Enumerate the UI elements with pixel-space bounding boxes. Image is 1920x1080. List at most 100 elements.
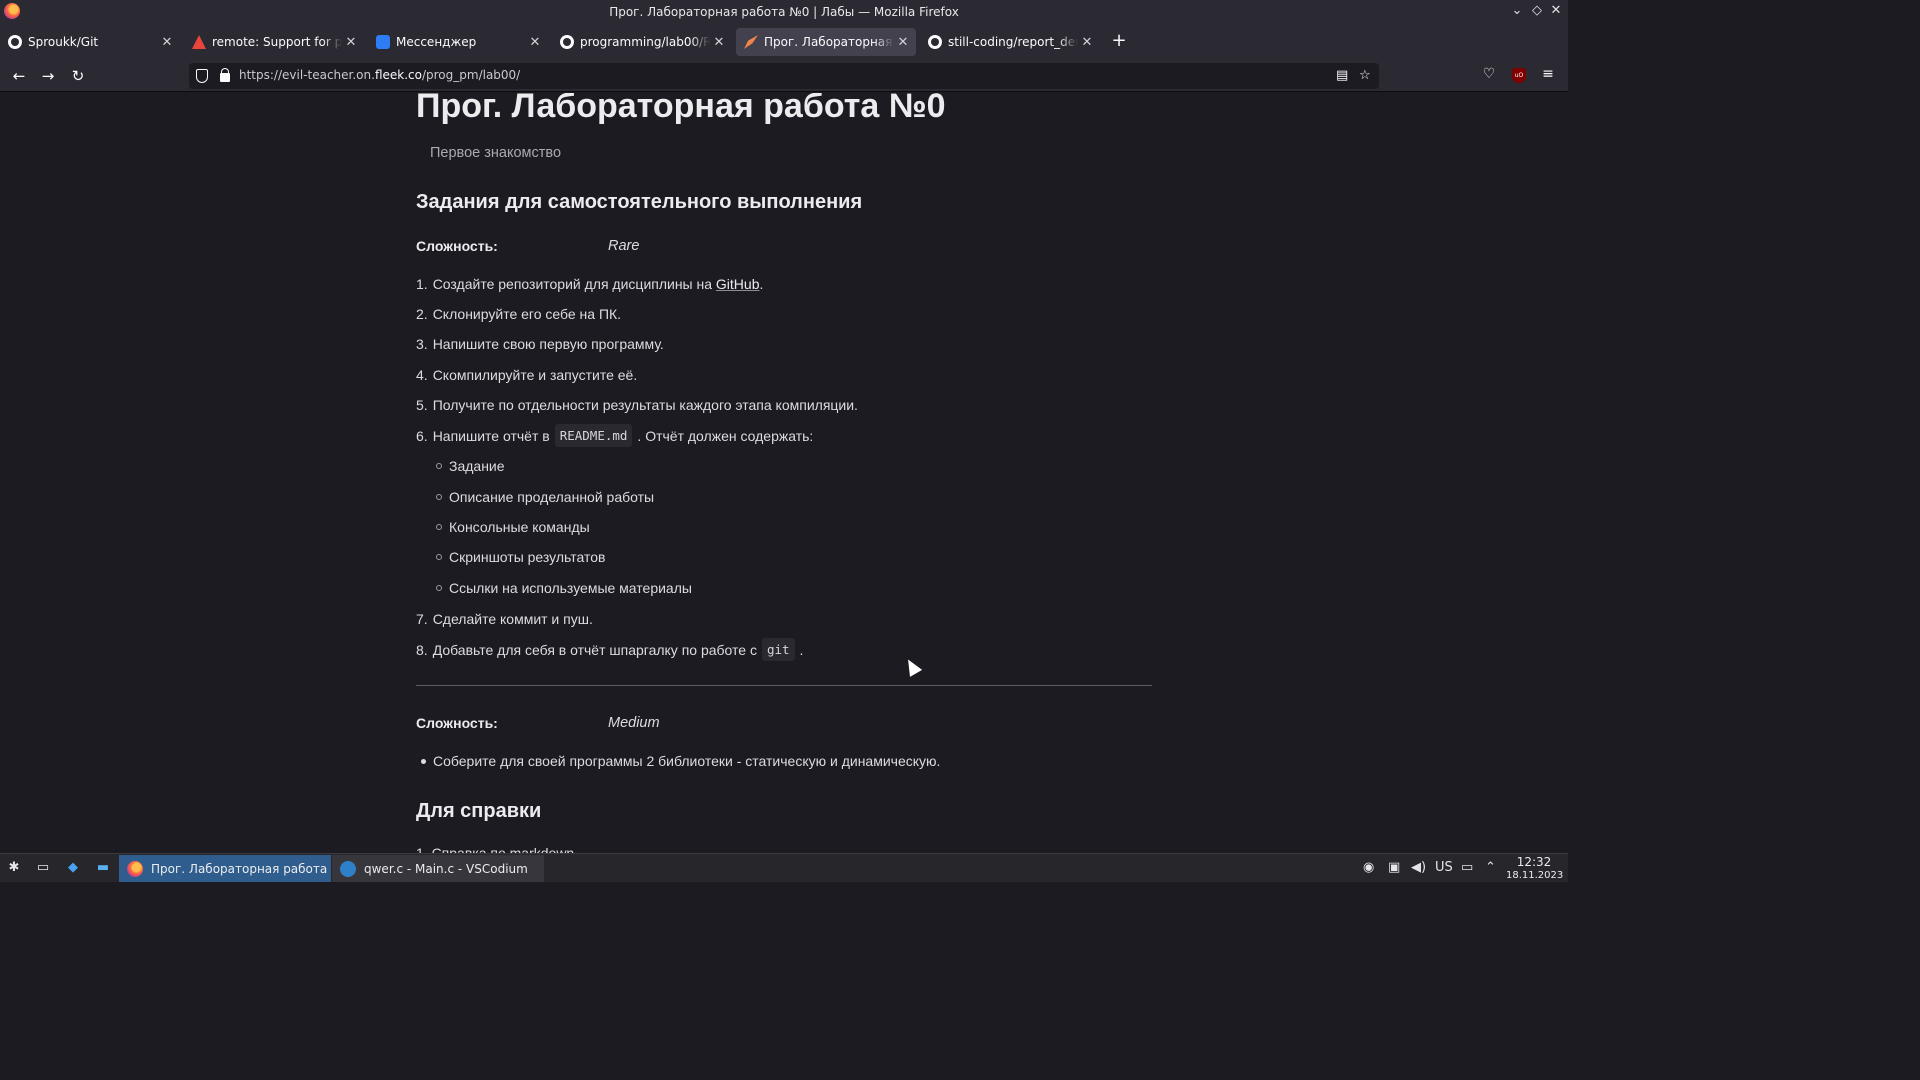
tab-label: Прог. Лабораторная работа (764, 35, 894, 49)
tab-report-demo[interactable]: still-coding/report_demo: A ✕ (920, 28, 1100, 56)
taskbar-task-label: Прог. Лабораторная работа ... (151, 861, 331, 876)
close-tab-icon[interactable]: ✕ (710, 35, 728, 50)
close-tab-icon[interactable]: ✕ (342, 35, 360, 50)
messenger-icon (376, 35, 390, 49)
forward-button[interactable]: → (38, 66, 58, 86)
list-item: 2. Склонируйте его себе на ПК. (416, 306, 621, 322)
list-text: Напишите отчёт в (432, 427, 550, 444)
list-number: 4. (416, 367, 428, 383)
sublist-item: Описание проделанной работы (436, 489, 654, 505)
tab-remote-support[interactable]: remote: Support for password ✕ (184, 28, 364, 56)
github-icon (8, 35, 22, 49)
taskbar: ✱ ▭ ◆ ▬ Прог. Лабораторная работа ... 🔊 … (0, 853, 1568, 882)
inline-code: README.md (554, 424, 633, 447)
list-number: 2. (416, 306, 428, 322)
app-launcher-icon[interactable]: ✱ (6, 860, 22, 876)
url-domain: fleek.co (374, 68, 422, 82)
difficulty-value-medium: Medium (608, 715, 660, 731)
tab-strip: Sproukk/Git ✕ remote: Support for passwo… (0, 24, 1568, 60)
clock-time: 12:32 (1516, 855, 1552, 869)
keyboard-layout-indicator[interactable]: US (1435, 860, 1453, 875)
vscodium-icon (340, 860, 356, 877)
window-title: Прог. Лабораторная работа №0 | Лабы — Mo… (609, 5, 959, 19)
list-text: Создайте репозиторий для дисциплины на (432, 276, 716, 292)
clipboard-tray-icon[interactable]: ▣ (1388, 860, 1400, 875)
gitlab-icon (192, 35, 206, 49)
sublist-item: Задание (436, 458, 505, 474)
menu-hamburger-icon[interactable]: ≡ (1539, 66, 1557, 82)
list-text: Склонируйте его себе на ПК. (432, 306, 622, 322)
sublist-item: Ссылки на используемые материалы (436, 580, 692, 596)
github-icon (560, 35, 574, 49)
window-titlebar: Прог. Лабораторная работа №0 | Лабы — Mo… (0, 0, 1568, 24)
page-content: Прог. Лабораторная работа №0 Первое знак… (0, 93, 1568, 853)
firefox-logo-icon (4, 3, 20, 19)
tab-lab-page[interactable]: Прог. Лабораторная работа ✕ (736, 28, 916, 56)
back-button[interactable]: ← (9, 66, 29, 86)
lock-icon[interactable] (220, 68, 230, 82)
circle-bullet-icon (436, 524, 442, 530)
github-link[interactable]: GitHub (716, 276, 760, 292)
list-item: 7. Сделайте коммит и пуш. (416, 611, 593, 627)
bookmark-star-icon[interactable]: ☆ (1359, 68, 1371, 83)
discover-store-icon[interactable]: ◆ (65, 860, 81, 876)
tab-sproukk-git[interactable]: Sproukk/Git ✕ (0, 28, 180, 56)
tab-messenger[interactable]: Мессенджер ✕ (368, 28, 548, 56)
volume-tray-icon[interactable]: ◀) (1411, 860, 1426, 875)
url-text[interactable]: https://evil-teacher.on.fleek.co/prog_pm… (239, 68, 520, 82)
pager-icon[interactable]: ▭ (35, 860, 51, 876)
clock[interactable]: 12:32 18.11.2023 (1506, 855, 1564, 882)
bullet-icon (421, 758, 426, 764)
close-tab-icon[interactable]: ✕ (526, 35, 544, 50)
sublist-text: Консольные команды (449, 519, 590, 535)
network-tray-icon[interactable]: ▭ (1461, 860, 1473, 875)
ublock-origin-icon[interactable]: uO (1512, 68, 1526, 83)
tab-label: Sproukk/Git (28, 35, 99, 49)
close-tab-icon[interactable]: ✕ (158, 35, 176, 50)
list-number: 5. (416, 397, 428, 413)
tracking-protection-shield-icon[interactable] (196, 69, 208, 83)
list-tail: . (799, 641, 804, 658)
github-icon (928, 35, 942, 49)
horizontal-rule (416, 685, 1152, 686)
list-item: 1. Создайте репозиторий для дисциплины н… (416, 276, 763, 292)
tray-expand-icon[interactable]: ⌃ (1485, 860, 1496, 875)
list-text: Скомпилируйте и запустите её. (432, 367, 638, 383)
close-tab-icon[interactable]: ✕ (1078, 35, 1096, 50)
list-item: 3. Напишите свою первую программу. (416, 336, 664, 352)
sublist-item: Скриншоты результатов (436, 549, 605, 565)
address-bar[interactable]: https://evil-teacher.on.fleek.co/prog_pm… (189, 63, 1379, 89)
tab-programming-readme[interactable]: programming/lab00/README ✕ (552, 28, 732, 56)
close-tab-icon[interactable]: ✕ (894, 35, 912, 50)
taskbar-task-vscodium[interactable]: qwer.c - Main.c - VSCodium (332, 855, 544, 882)
minimize-icon[interactable]: ⌄ (1509, 3, 1525, 18)
circle-bullet-icon (436, 494, 442, 500)
accessibility-tray-icon[interactable]: ◉ (1363, 860, 1374, 875)
reference-link-text[interactable]: 1. Справка по markdown (416, 845, 574, 853)
list-number: 1. (416, 276, 428, 292)
url-path: /prog_pm/lab00/ (421, 68, 521, 82)
tab-label: Мессенджер (396, 35, 477, 49)
sublist-text: Задание (449, 458, 505, 474)
url-prefix: https://evil-teacher.on. (239, 68, 375, 82)
maximize-icon[interactable]: ◇ (1529, 3, 1545, 18)
list-item: 5. Получите по отдельности результаты ка… (416, 397, 858, 413)
close-window-icon[interactable]: ✕ (1548, 3, 1564, 18)
circle-bullet-icon (436, 463, 442, 469)
reader-view-icon[interactable]: ▤ (1336, 68, 1348, 83)
taskbar-task-firefox[interactable]: Прог. Лабораторная работа ... 🔊 (119, 855, 331, 882)
difficulty-label: Сложность: (416, 238, 498, 254)
sublist-text: Описание проделанной работы (449, 489, 655, 505)
list-item: 8. Добавьте для себя в отчёт шпаргалку п… (416, 638, 803, 661)
pocket-icon[interactable]: ♡ (1480, 66, 1498, 82)
list-item: 4. Скомпилируйте и запустите её. (416, 367, 637, 383)
inline-code: git (761, 638, 795, 661)
file-manager-icon[interactable]: ▬ (95, 860, 111, 876)
clock-date: 18.11.2023 (1506, 870, 1564, 881)
list-number: 8. (416, 641, 428, 658)
list-item[interactable]: 1. Справка по markdown (416, 845, 574, 853)
reload-button[interactable]: ↻ (68, 66, 88, 86)
sublist-text: Ссылки на используемые материалы (449, 580, 692, 596)
new-tab-button[interactable]: + (1110, 29, 1128, 53)
tab-label: programming/lab00/README (580, 35, 710, 49)
